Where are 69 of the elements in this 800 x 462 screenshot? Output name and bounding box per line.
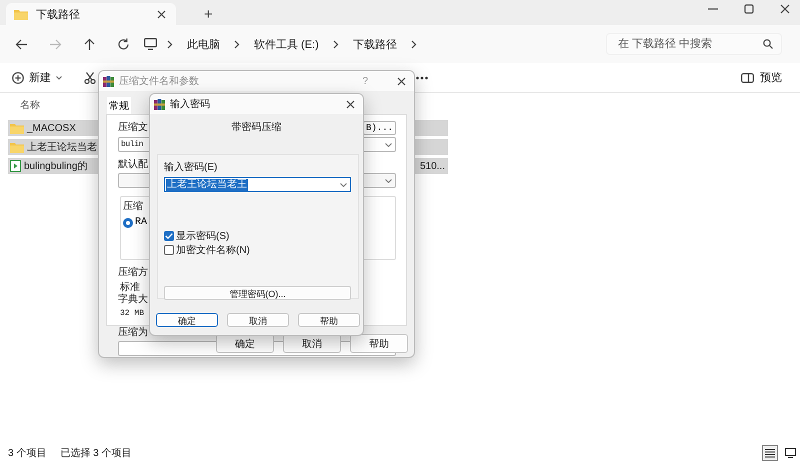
field-label: 输入密码(E) (164, 161, 218, 175)
checkbox-option[interactable]: 加密文件名称(N) (164, 243, 351, 256)
group-label: 压缩 (123, 200, 143, 214)
field-label: 字典大 (118, 293, 148, 307)
details-view-icon (765, 448, 775, 458)
folder-icon (10, 122, 24, 134)
radio-option[interactable]: RA (123, 217, 148, 228)
books-icon (154, 98, 165, 110)
close-icon[interactable] (157, 10, 166, 18)
new-button[interactable]: 新建 (10, 70, 64, 85)
chevron-down-icon (385, 142, 392, 146)
close-icon[interactable] (780, 4, 790, 14)
close-icon[interactable] (397, 76, 406, 86)
file-name: 510... (420, 160, 446, 172)
column-header[interactable]: 名称 (20, 98, 40, 112)
dialog-button[interactable]: 帮助 (350, 334, 408, 353)
dialog-button[interactable]: 帮助 (298, 313, 360, 327)
field-label: 压缩为 (118, 326, 148, 340)
up-arrow-icon[interactable] (82, 38, 96, 50)
chevron-down-icon (385, 178, 392, 182)
chevron-right-icon (167, 40, 173, 48)
breadcrumb[interactable]: 此电脑 (183, 36, 224, 52)
browse-button[interactable]: B)... (363, 121, 396, 135)
dialog-button[interactable]: 确定 (156, 313, 218, 327)
tiles-view-icon (784, 448, 796, 458)
search-icon (763, 39, 773, 49)
chevron-right-icon (234, 40, 240, 48)
file-name: bulingbuling的 (24, 160, 88, 173)
refresh-icon[interactable] (116, 38, 130, 50)
field-label: 压缩方 (118, 266, 148, 280)
maximize-icon[interactable] (744, 4, 754, 14)
close-icon[interactable] (346, 100, 355, 108)
folder-icon (14, 8, 28, 20)
back-arrow-icon[interactable] (14, 38, 28, 50)
view-button[interactable] (782, 445, 798, 461)
folder-icon (10, 142, 24, 152)
manage-passwords-button[interactable]: 管理密码(O)... (164, 286, 351, 300)
breadcrumb[interactable]: 软件工具 (E:) (250, 36, 323, 52)
field-label: 默认配 (118, 158, 148, 172)
checkbox-option[interactable]: 显示密码(S) (164, 229, 351, 242)
dialog-title: 输入密码 (170, 98, 210, 111)
monitor-icon[interactable] (144, 38, 157, 50)
panel-icon (741, 72, 754, 82)
dialog-button[interactable]: 取消 (227, 313, 289, 327)
view-button[interactable] (762, 445, 778, 461)
more-icon[interactable] (416, 76, 428, 80)
field-label: 压缩文 (118, 121, 148, 135)
password-field[interactable]: 上老王论坛当老王 (164, 177, 351, 192)
video-file-icon (10, 160, 21, 172)
chevron-right-icon (332, 40, 339, 48)
caret-icon (56, 76, 62, 80)
file-name: _MACOSX (27, 122, 76, 134)
books-icon (103, 76, 114, 86)
chevron-right-icon (410, 40, 417, 48)
file-name: 上老王论坛当老 (27, 140, 97, 154)
tab[interactable]: 下载路径 (6, 3, 176, 25)
item-count: 3 个项目 (8, 447, 46, 460)
scissors-icon[interactable] (84, 72, 96, 84)
plus-circle-icon (12, 72, 24, 84)
check-icon (165, 232, 173, 238)
selection-count: 已选择 3 个项目 (60, 446, 132, 460)
chevron-down-icon (340, 182, 347, 186)
tab[interactable]: 常规 (107, 97, 131, 114)
search-field[interactable]: 在 下载路径 中搜索 (606, 33, 782, 55)
new-tab-button[interactable]: + (198, 3, 219, 25)
breadcrumb[interactable]: 下载路径 (348, 36, 401, 52)
dialog-heading: 带密码压缩 (230, 120, 282, 134)
preview-button[interactable]: 预览 (735, 69, 788, 86)
dialog-title: 压缩文件名和参数 (119, 74, 199, 88)
